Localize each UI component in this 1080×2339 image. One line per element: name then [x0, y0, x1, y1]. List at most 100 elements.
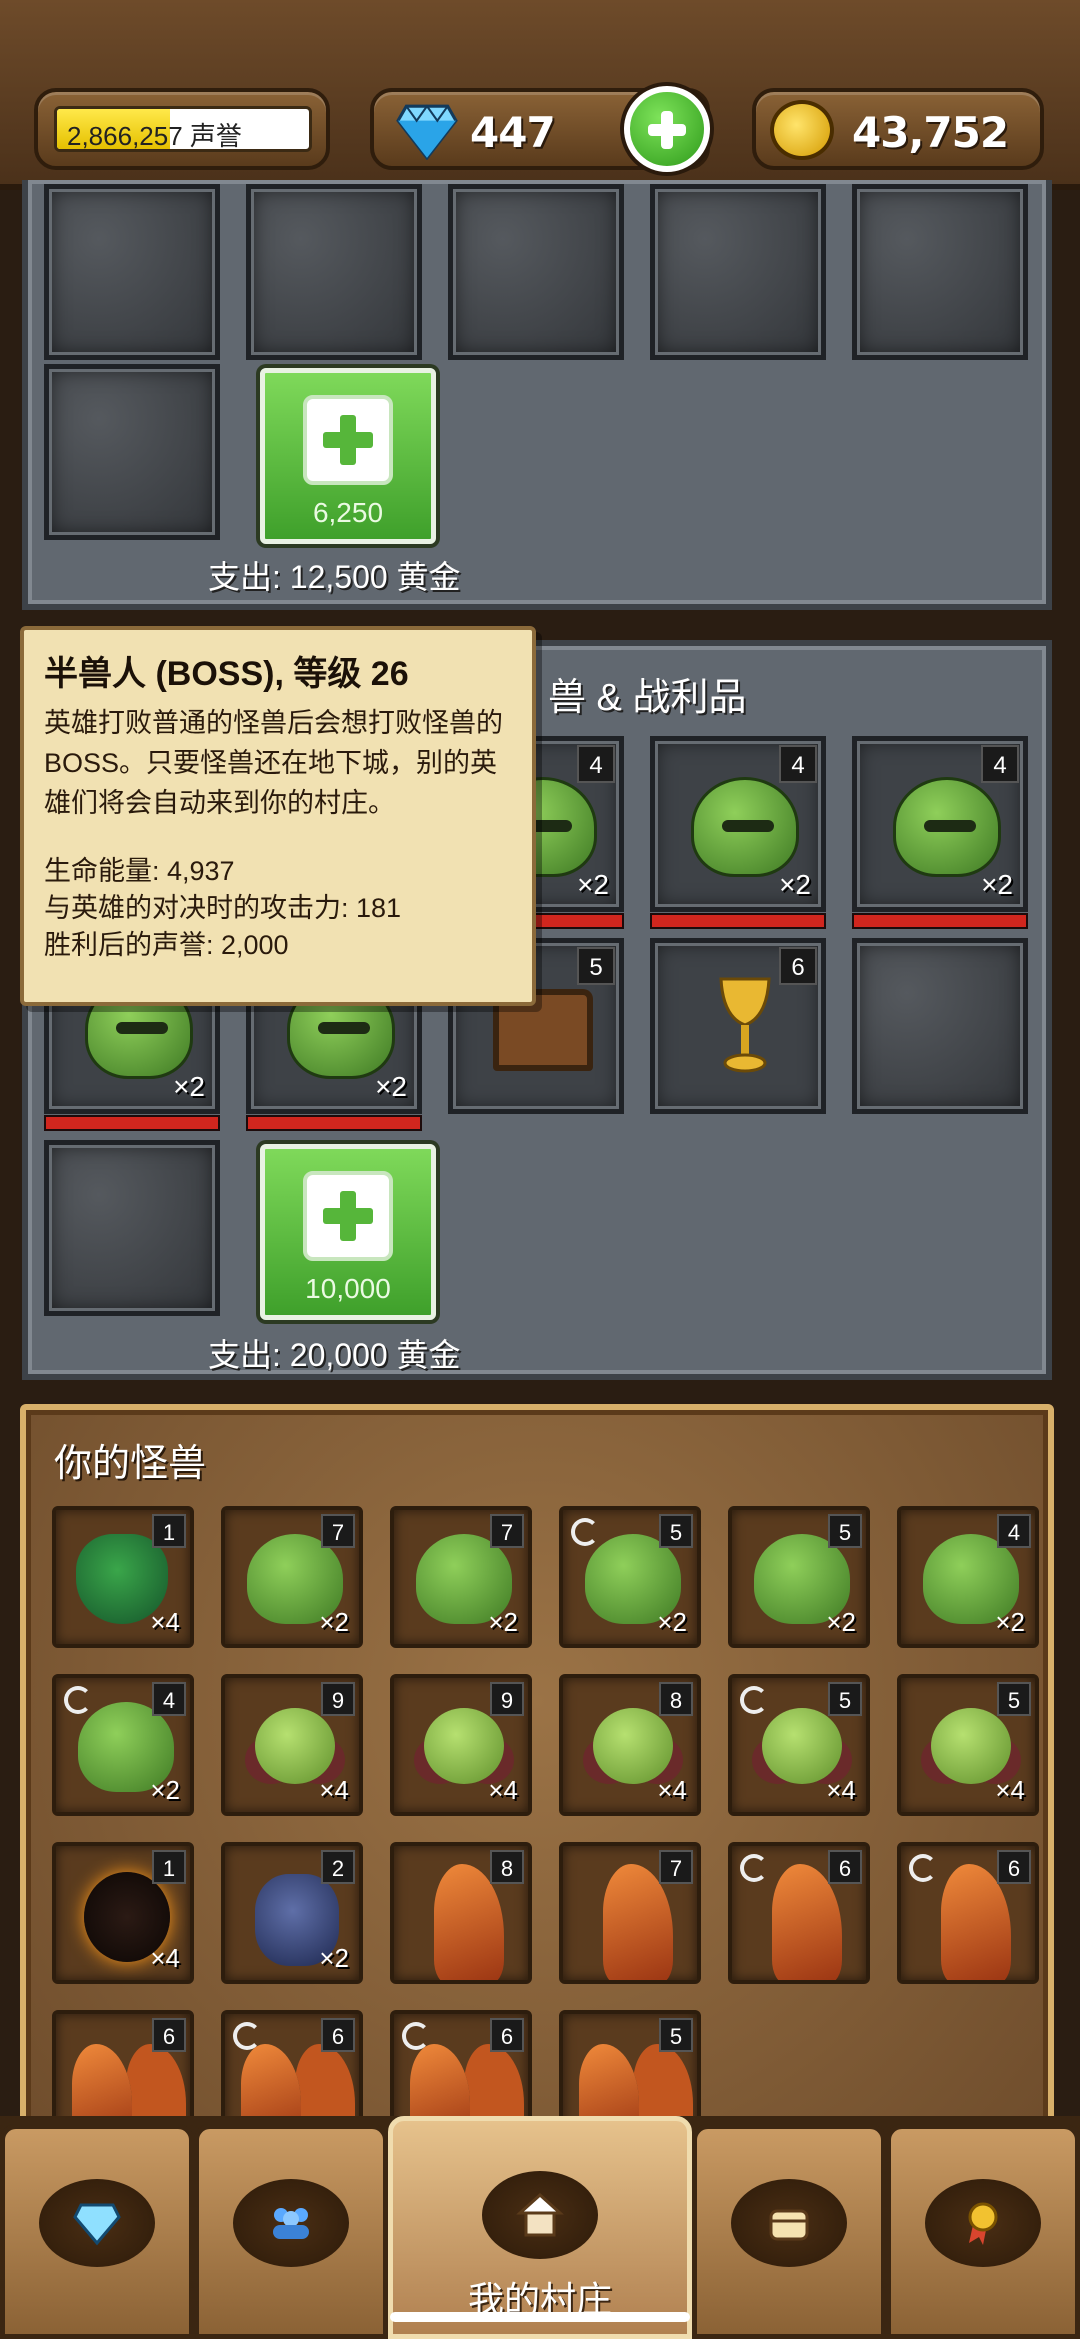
room-slot[interactable] [44, 184, 220, 360]
level-badge: 4 [152, 1682, 186, 1716]
monster-card[interactable]: 2 ×2 [221, 1842, 363, 1984]
nav-inventory[interactable] [692, 2124, 886, 2339]
monster-count: ×2 [981, 869, 1013, 900]
top-bar: 2,866,257 声誉 447 43,752 [0, 0, 1080, 190]
people-icon [273, 2208, 309, 2239]
monster-card[interactable]: 8 ×4 [559, 1674, 701, 1816]
level-badge: 9 [490, 1682, 524, 1716]
nav-social[interactable] [194, 2124, 388, 2339]
level-badge: 5 [659, 1514, 693, 1548]
room-slot[interactable] [246, 184, 422, 360]
level-badge: 7 [659, 1850, 693, 1884]
monster-card[interactable]: 1 ×4 [52, 1842, 194, 1984]
monster-card[interactable]: 7 [559, 1842, 701, 1984]
level-badge: 5 [997, 1682, 1031, 1716]
refresh-icon [64, 1686, 92, 1714]
refresh-icon [233, 2022, 261, 2050]
grail-icon [719, 977, 771, 1073]
room-slot[interactable] [44, 364, 220, 540]
monster-count: ×2 [779, 869, 811, 900]
refresh-icon [740, 1854, 768, 1882]
health-bar [44, 1115, 220, 1131]
diamond-icon [73, 2203, 121, 2246]
monster-card[interactable]: 7 ×2 [390, 1506, 532, 1648]
monster-card[interactable]: 4 ×2 [897, 1506, 1039, 1648]
level-badge: 6 [490, 2018, 524, 2052]
chest-icon [769, 2209, 809, 2241]
reputation-display[interactable]: 2,866,257 声誉 [34, 88, 330, 170]
monster-count: ×4 [995, 1775, 1025, 1805]
tooltip-description: 英雄打败普通的怪兽后会想打败怪兽的BOSS。只要怪兽还在地下城，别的英雄们将会自… [44, 708, 503, 818]
level-badge: 6 [152, 2018, 186, 2052]
gem-display[interactable]: 447 [370, 86, 710, 172]
monster-card[interactable]: 9 ×4 [390, 1674, 532, 1816]
reputation-bar: 2,866,257 声誉 [54, 106, 312, 152]
level-badge: 5 [828, 1514, 862, 1548]
monster-card[interactable]: 9 ×4 [221, 1674, 363, 1816]
level-badge: 6 [997, 1850, 1031, 1884]
refresh-icon [740, 1686, 768, 1714]
add-slot-button[interactable]: 6,250 [260, 368, 436, 544]
monster-count: ×2 [375, 1071, 407, 1102]
health-bar [650, 913, 826, 929]
expense-label: 支出: 12,500 黄金 [208, 559, 461, 595]
monster-card[interactable]: 5 ×4 [897, 1674, 1039, 1816]
nav-achievements[interactable] [886, 2124, 1080, 2339]
monster-slot[interactable] [44, 1140, 220, 1316]
your-monsters-title: 你的怪兽 [54, 1443, 207, 1485]
monster-card[interactable]: 1 ×4 [52, 1506, 194, 1648]
monster-slot[interactable]: 4 ×2 [852, 736, 1028, 929]
refresh-icon [571, 1518, 599, 1546]
monster-card[interactable]: 5 ×2 [728, 1506, 870, 1648]
level-badge: 6 [828, 1850, 862, 1884]
loot-slot[interactable]: 6 [650, 938, 826, 1114]
level-badge: 1 [152, 1850, 186, 1884]
monster-count: ×2 [995, 1607, 1025, 1637]
monster-count: ×2 [577, 869, 609, 900]
level-badge: 5 [828, 1682, 862, 1716]
monster-count: ×4 [657, 1775, 687, 1805]
level-badge: 5 [577, 947, 615, 985]
imp-icon [593, 1708, 673, 1784]
monster-count: ×2 [826, 1607, 856, 1637]
home-indicator [390, 2312, 690, 2322]
monster-count: ×4 [488, 1775, 518, 1805]
monster-slot[interactable]: 4 ×2 [650, 736, 826, 929]
bottom-nav: 我的村庄 [0, 2116, 1080, 2339]
tooltip-hp: 生命能量: 4,937 [44, 856, 235, 886]
room-slot[interactable] [852, 184, 1028, 360]
coin-icon [770, 100, 834, 160]
add-slot-price: 6,250 [312, 497, 384, 528]
imp-icon [424, 1708, 504, 1784]
level-badge: 4 [981, 745, 1019, 783]
monster-card[interactable]: 4 ×2 [52, 1674, 194, 1816]
monster-card[interactable]: 8 [390, 1842, 532, 1984]
imp-icon [931, 1708, 1011, 1784]
level-badge: 5 [659, 2018, 693, 2052]
monster-slot[interactable] [852, 938, 1028, 1114]
imp-icon [762, 1708, 842, 1784]
monster-card[interactable]: 6 [897, 1842, 1039, 1984]
room-slot[interactable] [448, 184, 624, 360]
boss-tooltip: 半兽人 (BOSS), 等级 26 英雄打败普通的怪兽后会想打败怪兽的BOSS。… [20, 626, 536, 1006]
level-badge: 1 [152, 1514, 186, 1548]
tooltip-attack: 与英雄的对决时的攻击力: 181 [44, 893, 402, 923]
your-monsters-panel: 你的怪兽 1 ×4 7 ×2 7 ×2 5 ×2 5 ×2 4 ×2 4 ×2 9 ×4 9 ×4 8 ×4 5 ×4 5 ×… [20, 1404, 1054, 2152]
gold-display[interactable]: 43,752 [752, 88, 1044, 170]
room-slot[interactable] [650, 184, 826, 360]
nav-shop[interactable] [0, 2124, 194, 2339]
imp-icon [255, 1708, 335, 1784]
monster-card[interactable]: 7 ×2 [221, 1506, 363, 1648]
add-slot-button[interactable]: 10,000 [260, 1144, 436, 1320]
monster-card[interactable]: 5 ×2 [559, 1506, 701, 1648]
monster-card[interactable]: 6 [728, 1842, 870, 1984]
refresh-icon [402, 2022, 430, 2050]
buy-gems-button[interactable] [624, 86, 710, 172]
monster-card[interactable]: 5 ×4 [728, 1674, 870, 1816]
monster-count: ×4 [150, 1943, 180, 1973]
nav-my-village[interactable]: 我的村庄 [388, 2116, 692, 2339]
level-badge: 7 [321, 1514, 355, 1548]
level-badge: 4 [577, 745, 615, 783]
monster-count: ×2 [319, 1607, 349, 1637]
gold-count: 43,752 [852, 108, 1009, 157]
